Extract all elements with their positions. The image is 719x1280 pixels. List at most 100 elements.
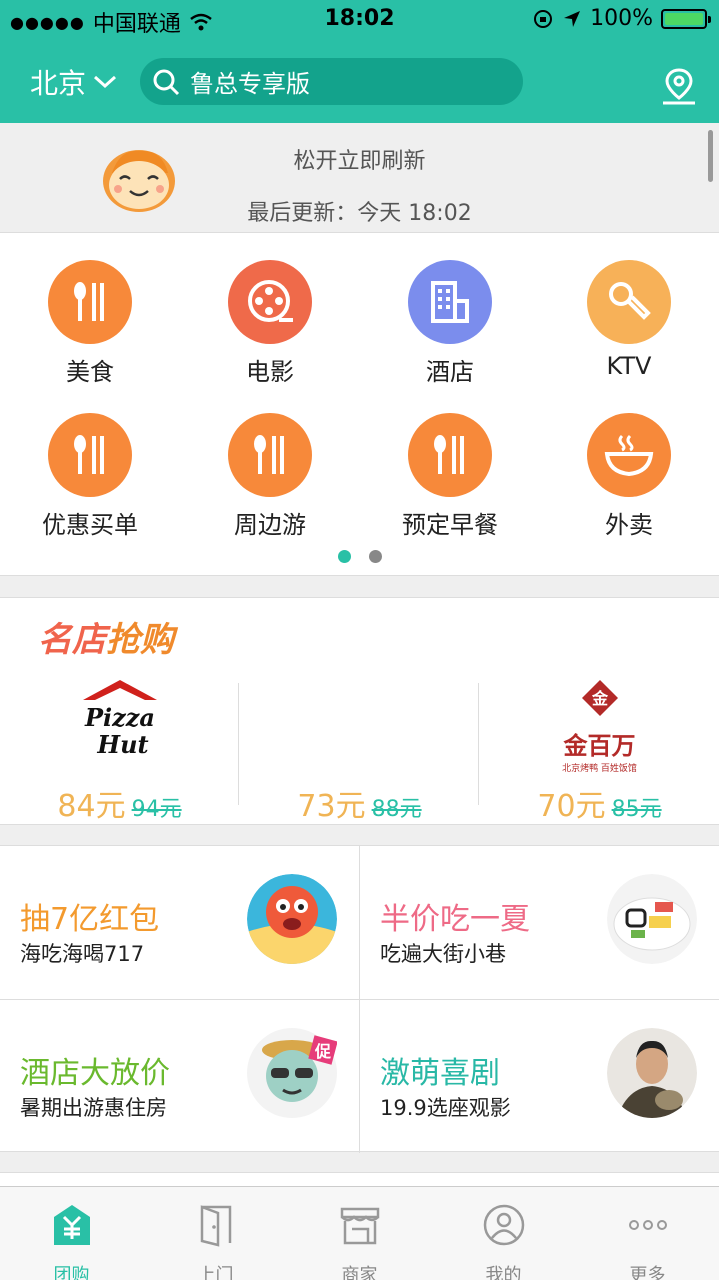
- search-icon: [153, 69, 180, 95]
- category-label: 酒店: [426, 358, 474, 386]
- promo-red-packet[interactable]: 抽7亿红包 海吃海喝717: [0, 846, 359, 999]
- promo-title: 酒店大放价: [20, 1056, 170, 1091]
- title-part1: 名店: [38, 620, 106, 660]
- octopus-image: [247, 874, 337, 964]
- status-bar: ●●●●● 中国联通 18:02 100%: [0, 0, 719, 40]
- category-label: 美食: [66, 358, 114, 386]
- battery-icon: [661, 8, 711, 29]
- category-label: 周边游: [234, 511, 306, 539]
- page-dot[interactable]: [368, 550, 382, 563]
- nav-bar: 北京 鲁总专享版: [0, 40, 719, 123]
- svg-text:Pizza: Pizza: [84, 703, 155, 732]
- promo-subtitle: 19.9选座观影: [380, 1096, 511, 1120]
- fork-knife-icon: [48, 260, 132, 344]
- scrollbar[interactable]: [708, 130, 713, 182]
- promo-badge: 促: [315, 1042, 332, 1061]
- sunglasses-character-image: 促: [247, 1028, 338, 1118]
- price-now: 70元: [537, 789, 606, 824]
- famous-stores-section: 名店抢购 Pizza Hut 84元 94元 73元 88元 金 金百万 北京烤…: [0, 597, 719, 825]
- category-discount-pay[interactable]: 优惠买单: [0, 413, 180, 540]
- store-card[interactable]: 73元 88元: [240, 678, 479, 824]
- fork-knife-icon: [228, 413, 312, 497]
- store-card[interactable]: Pizza Hut 84元 94元: [0, 678, 239, 824]
- pizza-hut-logo: Pizza Hut: [0, 678, 239, 768]
- divider: [238, 683, 239, 805]
- divider: [359, 846, 360, 1153]
- door-icon: [200, 1205, 231, 1247]
- sushi-image: [607, 874, 697, 964]
- top-bar: ●●●●● 中国联通 18:02 100% 北京 鲁总专享版: [0, 0, 719, 123]
- logo-sub: 北京烤鸭 百姓饭馆: [562, 764, 637, 774]
- promo-hotel-sale[interactable]: 酒店大放价 暑期出游惠住房 促: [0, 1000, 359, 1153]
- category-label: 预定早餐: [402, 511, 498, 539]
- category-grid: 美食 电影 酒店 KTV 优惠买单 周边游 预定早餐 外卖: [0, 233, 719, 576]
- store-logo-blank: [240, 678, 479, 768]
- category-label: 外卖: [605, 511, 653, 539]
- svg-text:Hut: Hut: [96, 730, 148, 759]
- price-old: 94元: [131, 797, 182, 822]
- price-now: 73元: [297, 789, 366, 824]
- tab-label: 上门: [197, 1265, 234, 1280]
- chevron-down-icon: [94, 75, 117, 89]
- city-label: 北京: [30, 67, 87, 100]
- category-label: KTV: [606, 352, 652, 380]
- promo-title: 激萌喜剧: [380, 1056, 500, 1091]
- page-indicator: [0, 550, 719, 563]
- page-dot-active[interactable]: [337, 550, 351, 563]
- actor-portrait-image: [607, 1028, 697, 1118]
- category-takeout[interactable]: 外卖: [539, 413, 719, 540]
- bowl-icon: [587, 413, 671, 497]
- divider: [478, 683, 479, 805]
- category-ktv[interactable]: KTV: [539, 260, 719, 380]
- battery-percent: 100%: [590, 6, 653, 31]
- promo-title: 抽7亿红包: [20, 902, 160, 937]
- tab-door-service[interactable]: 上门: [144, 1187, 287, 1280]
- svg-text:金: 金: [590, 689, 608, 708]
- tab-label: 商家: [341, 1265, 378, 1280]
- tab-merchants[interactable]: 商家: [288, 1187, 431, 1280]
- store-price: 84元 94元: [0, 781, 239, 825]
- location-arrow-icon: [564, 10, 581, 27]
- promo-half-price[interactable]: 半价吃一夏 吃遍大街小巷: [360, 846, 719, 999]
- refresh-hint: 松开立即刷新: [293, 149, 426, 174]
- map-pin-icon[interactable]: [659, 66, 699, 106]
- category-label: 电影: [246, 358, 294, 386]
- store-card[interactable]: 金 金百万 北京烤鸭 百姓饭馆 70元 85元: [480, 678, 719, 824]
- search-bar[interactable]: 鲁总专享版: [140, 58, 523, 105]
- user-icon: [483, 1204, 524, 1246]
- storefront-icon: [340, 1207, 379, 1245]
- promo-title: 半价吃一夏: [380, 902, 530, 937]
- tab-label: 我的: [485, 1265, 522, 1280]
- building-icon: [408, 260, 492, 344]
- price-old: 88元: [371, 797, 422, 822]
- microphone-icon: [587, 260, 671, 344]
- category-nearby-tour[interactable]: 周边游: [180, 413, 360, 540]
- tab-bar: 团购 上门 商家 我的 更多: [0, 1186, 719, 1280]
- film-reel-icon: [228, 260, 312, 344]
- category-label: 优惠买单: [42, 511, 138, 539]
- promo-comedy-movie[interactable]: 激萌喜剧 19.9选座观影: [360, 1000, 719, 1153]
- home-sheep-icon: [53, 1205, 90, 1245]
- promo-subtitle: 海吃海喝717: [20, 942, 145, 966]
- price-old: 85元: [611, 797, 662, 822]
- category-breakfast[interactable]: 预定早餐: [360, 413, 540, 540]
- tab-more[interactable]: 更多: [576, 1187, 719, 1280]
- section-title: 名店抢购: [38, 612, 174, 661]
- tab-label: 团购: [53, 1265, 90, 1280]
- tab-group-buy[interactable]: 团购: [0, 1187, 143, 1280]
- city-selector[interactable]: 北京: [30, 62, 118, 102]
- title-part2: 抢购: [106, 620, 174, 660]
- store-price: 73元 88元: [240, 781, 479, 825]
- tab-mine[interactable]: 我的: [432, 1187, 575, 1280]
- logo-name: 金百万: [563, 732, 636, 760]
- category-movie[interactable]: 电影: [180, 260, 360, 387]
- price-now: 84元: [57, 789, 126, 824]
- category-hotel[interactable]: 酒店: [360, 260, 540, 387]
- promo-grid: 抽7亿红包 海吃海喝717 半价吃一夏 吃遍大街小巷 酒店大放价 暑期出游惠住房: [0, 845, 719, 1153]
- store-price: 70元 85元: [480, 781, 719, 825]
- category-food[interactable]: 美食: [0, 260, 180, 387]
- rotation-lock-icon: [534, 9, 553, 28]
- tab-label: 更多: [629, 1265, 666, 1280]
- search-text: 鲁总专享版: [190, 70, 310, 98]
- promo-subtitle: 吃遍大街小巷: [380, 942, 506, 966]
